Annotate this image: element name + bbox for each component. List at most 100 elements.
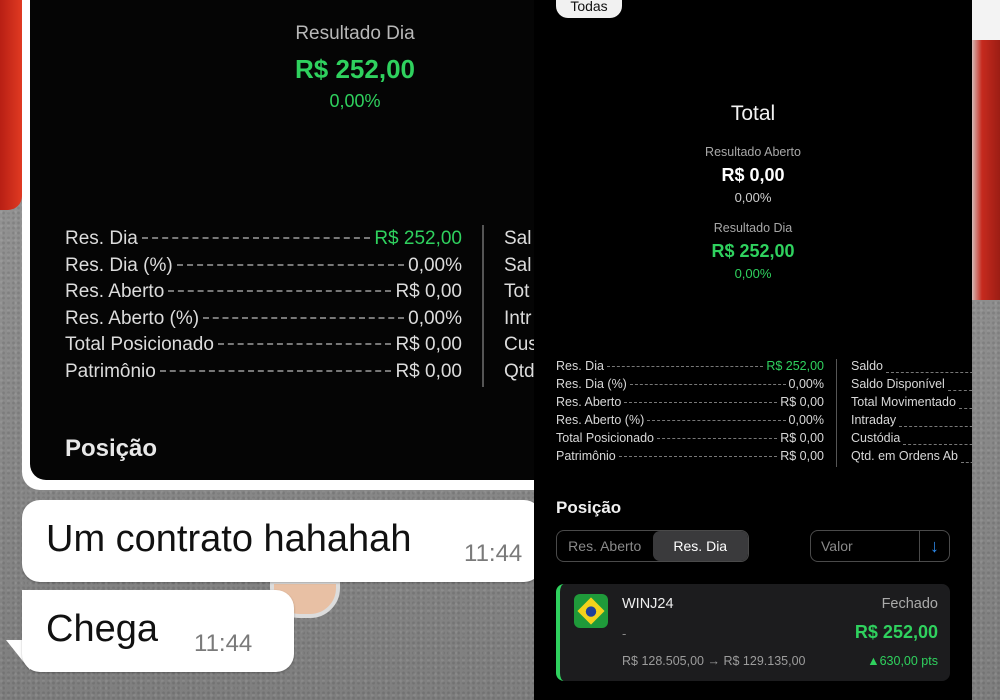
total-heading: Total bbox=[730, 102, 776, 125]
posicao-heading: Posição bbox=[65, 435, 158, 462]
dotted-leader bbox=[159, 369, 392, 372]
summary-row: Res. Aberto R$ 0,00 bbox=[556, 395, 824, 413]
resultado-aberto-value: R$ 0,00 bbox=[721, 165, 785, 185]
summary-row-label: Patrimônio bbox=[556, 449, 616, 463]
summary-row-value: 0,00% bbox=[788, 413, 824, 427]
resultado-dia-pct: 0,00% bbox=[734, 266, 772, 281]
summary-right-label: Cus bbox=[504, 334, 538, 356]
position-subtitle: - bbox=[622, 626, 627, 641]
summary-row-label: Patrimônio bbox=[65, 360, 156, 382]
summary-right-label: Intraday bbox=[851, 413, 897, 427]
summary-row-value: R$ 0,00 bbox=[395, 360, 462, 382]
summary-right-row: Saldo Disponível bbox=[851, 377, 972, 395]
resultado-dia-label: Resultado Dia bbox=[713, 221, 793, 235]
summary-row-label: Res. Dia bbox=[556, 359, 604, 373]
dotted-leader bbox=[176, 263, 405, 266]
summary-row: Res. Dia (%) 0,00% bbox=[65, 255, 462, 282]
dotted-leader bbox=[656, 438, 778, 439]
summary-right-label: Qtd bbox=[504, 360, 535, 382]
summary-right-column: Sal Sal Tot Intr Cus Qtd bbox=[504, 228, 538, 388]
resultado-aberto-pct: 0,00% bbox=[734, 190, 772, 205]
filter-todas-button[interactable]: Todas bbox=[556, 0, 622, 18]
dotted-leader bbox=[624, 402, 778, 403]
summary-row: Patrimônio R$ 0,00 bbox=[556, 449, 824, 467]
resultado-aberto-label: Resultado Aberto bbox=[705, 145, 801, 159]
summary-row-value: R$ 0,00 bbox=[780, 449, 824, 463]
chat-message-text: Um contrato hahahah bbox=[46, 518, 412, 560]
position-symbol: WINJ24 bbox=[622, 596, 674, 612]
summary-row: Total Posicionado R$ 0,00 bbox=[65, 334, 462, 361]
summary-right-label: Sal bbox=[504, 254, 532, 276]
summary-row-label: Res. Aberto (%) bbox=[556, 413, 645, 427]
summary-row-label: Res. Aberto bbox=[65, 281, 165, 303]
position-card[interactable]: WINJ24 - Fechado R$ 252,00 R$ 128.505,00… bbox=[556, 584, 950, 681]
summary-row: Res. Dia R$ 252,00 bbox=[65, 228, 462, 255]
posicao-heading: Posição bbox=[556, 498, 622, 517]
summary-right-column: Saldo Saldo Disponível Total Movimentado In… bbox=[851, 359, 972, 467]
dotted-leader bbox=[885, 359, 972, 373]
column-divider bbox=[836, 359, 837, 467]
red-car-edge bbox=[0, 0, 22, 210]
summary-row-label: Res. Dia bbox=[65, 228, 138, 249]
summary-row: Res. Aberto (%) 0,00% bbox=[65, 308, 462, 335]
brazil-flag-icon bbox=[574, 594, 608, 628]
summary-row-label: Total Posicionado bbox=[556, 431, 654, 445]
resultado-dia-pct: 0,00% bbox=[329, 91, 381, 111]
summary-row: Res. Dia (%) 0,00% bbox=[556, 377, 824, 395]
summary-row: Res. Dia R$ 252,00 bbox=[556, 359, 824, 377]
tab-res-dia[interactable]: Res. Dia bbox=[652, 531, 748, 561]
summary-right-row: Qtd. em Ordens Ab bbox=[851, 449, 972, 467]
column-divider bbox=[482, 225, 484, 387]
summary-right-label: Tot bbox=[504, 281, 530, 303]
summary-row-value: R$ 252,00 bbox=[374, 228, 462, 249]
dotted-leader bbox=[606, 366, 764, 367]
dotted-leader bbox=[629, 384, 786, 385]
summary-row: Patrimônio R$ 0,00 bbox=[65, 361, 462, 388]
resultado-dia-value: R$ 252,00 bbox=[295, 54, 415, 84]
chat-message-time: 11:44 bbox=[194, 630, 253, 657]
dotted-leader bbox=[958, 391, 972, 409]
summary-right-label: Qtd. em Ordens Ab bbox=[851, 449, 958, 463]
dotted-leader bbox=[141, 237, 371, 239]
summary-row-label: Res. Dia (%) bbox=[65, 254, 173, 276]
dotted-leader bbox=[961, 445, 972, 463]
result-segmented-control: Res. Aberto Res. Dia bbox=[556, 530, 749, 562]
dotted-leader bbox=[947, 373, 972, 391]
dotted-leader bbox=[903, 427, 972, 445]
position-prices: R$ 128.505,00 → R$ 129.135,00 bbox=[622, 654, 806, 668]
dotted-leader bbox=[618, 456, 778, 457]
summary-row-value: R$ 0,00 bbox=[395, 281, 462, 303]
red-car-right-edge bbox=[970, 40, 1000, 300]
summary-row: Total Posicionado R$ 0,00 bbox=[556, 431, 824, 449]
summary-row-value: R$ 252,00 bbox=[766, 359, 824, 373]
trading-app-screen: Todas Total Resultado Aberto R$ 0,00 0,0… bbox=[534, 0, 972, 700]
dotted-leader bbox=[168, 290, 392, 293]
summary-row-value: R$ 0,00 bbox=[395, 334, 462, 356]
summary-row-value: 0,00% bbox=[788, 377, 824, 391]
dotted-leader bbox=[217, 343, 392, 346]
summary-row-label: Res. Aberto bbox=[556, 395, 622, 409]
tab-res-aberto[interactable]: Res. Aberto bbox=[557, 531, 653, 561]
summary-right-label: Custódia bbox=[851, 431, 901, 445]
summary-right-label: Saldo Disponível bbox=[851, 377, 945, 391]
summary-row: Res. Aberto R$ 0,00 bbox=[65, 281, 462, 308]
summary-row-label: Res. Dia (%) bbox=[556, 377, 627, 391]
sort-select[interactable]: Valor ↓ bbox=[810, 530, 950, 562]
dotted-leader bbox=[647, 420, 786, 421]
sort-label: Valor bbox=[821, 538, 853, 554]
summary-right-label: Intr bbox=[504, 307, 532, 329]
summary-row: Res. Aberto (%) 0,00% bbox=[556, 413, 824, 431]
resultado-dia-value: R$ 252,00 bbox=[711, 241, 795, 261]
summary-table: Res. Dia R$ 252,00 Res. Dia (%) 0,00% Res. A… bbox=[556, 359, 824, 467]
summary-row-label: Total Posicionado bbox=[65, 334, 214, 356]
summary-row-label: Res. Aberto (%) bbox=[65, 307, 200, 329]
resultado-dia-label: Resultado Dia bbox=[295, 23, 415, 44]
summary-row-value: R$ 0,00 bbox=[780, 431, 824, 445]
summary-row-value: 0,00% bbox=[408, 307, 462, 329]
chat-message-text: Chega bbox=[46, 608, 158, 650]
sort-direction-icon[interactable]: ↓ bbox=[919, 531, 949, 561]
summary-right-row: Custódia bbox=[851, 431, 972, 449]
summary-row-value: 0,00% bbox=[408, 254, 462, 276]
dotted-leader bbox=[203, 316, 405, 319]
position-points: ▲630,00 pts bbox=[867, 654, 938, 668]
